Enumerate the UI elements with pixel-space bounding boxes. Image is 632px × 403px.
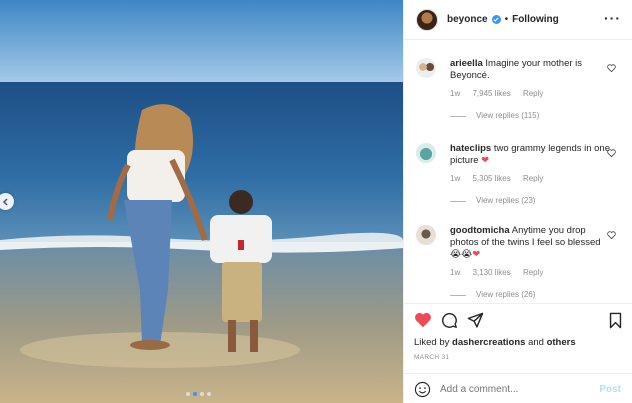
emoji-smiley-icon[interactable] bbox=[414, 381, 431, 398]
like-comment-heart-icon[interactable] bbox=[607, 231, 616, 239]
beach-photo bbox=[0, 0, 403, 403]
comment-body: hateclips two grammy legends in one pict… bbox=[450, 143, 610, 207]
comment-item: arieella Imagine your mother is Beyoncé.… bbox=[416, 58, 628, 150]
like-comment-heart-icon[interactable] bbox=[607, 64, 616, 72]
more-options-icon[interactable]: ··· bbox=[604, 11, 621, 25]
carousel-dot bbox=[200, 392, 204, 396]
post-side-panel: beyonce • Following ··· arieella Imagine… bbox=[403, 0, 632, 403]
carousel-indicator bbox=[186, 392, 211, 396]
action-icons bbox=[414, 312, 484, 329]
header-separator: • bbox=[504, 14, 509, 25]
view-replies-label: View replies (26) bbox=[476, 290, 536, 299]
liked-by-others[interactable]: others bbox=[547, 337, 576, 348]
view-replies-label: View replies (23) bbox=[476, 196, 536, 205]
add-comment-bar: Post bbox=[404, 373, 632, 403]
comment-likes[interactable]: 5,305 likes bbox=[472, 174, 510, 183]
post-comment-button[interactable]: Post bbox=[599, 384, 621, 395]
reply-link[interactable]: Reply bbox=[523, 89, 543, 98]
comment-username[interactable]: goodtomicha bbox=[450, 225, 510, 236]
post-photo bbox=[0, 0, 403, 403]
comment-item: hateclips two grammy legends in one pict… bbox=[416, 143, 628, 235]
comment-item: goodtomicha Anytime you drop photos of t… bbox=[416, 225, 628, 303]
liked-by-summary: Liked by dashercreations and others bbox=[414, 337, 576, 348]
commenter-avatar[interactable] bbox=[416, 143, 436, 163]
view-replies-label: View replies (115) bbox=[476, 111, 540, 120]
post-actions: Liked by dashercreations and others MARC… bbox=[404, 303, 632, 403]
comment-body: goodtomicha Anytime you drop photos of t… bbox=[450, 225, 610, 301]
liked-by-prefix: Liked by bbox=[414, 337, 450, 348]
comment-likes[interactable]: 3,130 likes bbox=[472, 268, 510, 277]
like-comment-heart-icon[interactable] bbox=[607, 149, 616, 157]
save-bookmark-icon[interactable] bbox=[608, 312, 623, 329]
comment-username[interactable]: arieella bbox=[450, 58, 483, 69]
replies-divider bbox=[450, 115, 466, 117]
post-date[interactable]: MARCH 31 bbox=[414, 354, 449, 361]
comments-list: arieella Imagine your mother is Beyoncé.… bbox=[404, 40, 632, 303]
author-username[interactable]: beyonce bbox=[447, 14, 488, 25]
chevron-left-icon bbox=[2, 197, 8, 206]
comment-meta: 1w 7,945 likes Reply bbox=[450, 88, 610, 100]
add-comment-input[interactable] bbox=[440, 383, 590, 395]
carousel-dot bbox=[186, 392, 190, 396]
verified-badge-icon bbox=[491, 15, 501, 24]
post-header: beyonce • Following ··· bbox=[404, 0, 632, 40]
comment-time[interactable]: 1w bbox=[450, 174, 460, 183]
liked-by-and: and bbox=[528, 337, 544, 348]
following-button[interactable]: Following bbox=[512, 14, 559, 25]
comment-meta: 1w 5,305 likes Reply bbox=[450, 173, 610, 185]
carousel-dot-active bbox=[193, 392, 197, 396]
share-paper-plane-icon[interactable] bbox=[467, 312, 484, 329]
author-avatar[interactable] bbox=[416, 8, 438, 31]
comment-time[interactable]: 1w bbox=[450, 89, 460, 98]
reply-link[interactable]: Reply bbox=[523, 174, 543, 183]
comment-meta: 1w 3,130 likes Reply bbox=[450, 267, 610, 279]
like-heart-icon[interactable] bbox=[414, 312, 432, 328]
commenter-avatar[interactable] bbox=[416, 225, 436, 245]
comment-likes[interactable]: 7,945 likes bbox=[472, 89, 510, 98]
comment-username[interactable]: hateclips bbox=[450, 143, 491, 154]
liked-by-user[interactable]: dashercreations bbox=[452, 337, 525, 348]
comment-bubble-icon[interactable] bbox=[441, 312, 458, 329]
comment-body: arieella Imagine your mother is Beyoncé.… bbox=[450, 58, 610, 122]
replies-divider bbox=[450, 200, 466, 202]
commenter-avatar[interactable] bbox=[416, 58, 436, 78]
carousel-dot bbox=[207, 392, 211, 396]
reply-link[interactable]: Reply bbox=[523, 268, 543, 277]
view-replies-link[interactable]: View replies (26) bbox=[450, 289, 610, 301]
comment-time[interactable]: 1w bbox=[450, 268, 460, 277]
view-replies-link[interactable]: View replies (23) bbox=[450, 195, 610, 207]
view-replies-link[interactable]: View replies (115) bbox=[450, 110, 610, 122]
replies-divider bbox=[450, 294, 466, 296]
